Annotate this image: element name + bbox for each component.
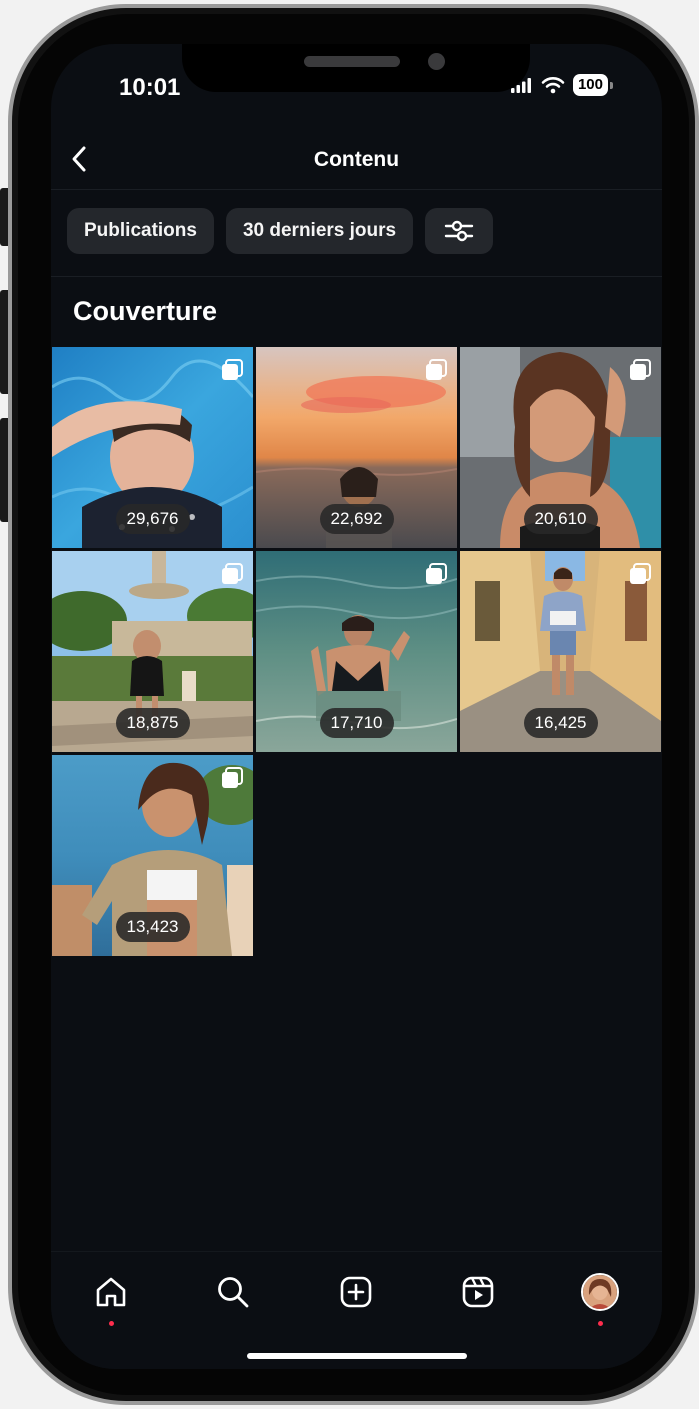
post-reach-count: 29,676 bbox=[115, 504, 190, 534]
tab-profile[interactable] bbox=[578, 1270, 622, 1314]
carousel-icon bbox=[630, 563, 651, 584]
filter-bar: Publications 30 derniers jours bbox=[67, 208, 494, 254]
speaker-grille bbox=[304, 56, 400, 67]
post-reach-count: 13,423 bbox=[115, 912, 190, 942]
status-time: 10:01 bbox=[119, 74, 181, 101]
avatar-image bbox=[583, 1275, 617, 1309]
post-tile[interactable]: 29,676 bbox=[52, 347, 253, 548]
post-tile[interactable]: 16,425 bbox=[460, 551, 661, 752]
filter-content-type[interactable]: Publications bbox=[67, 208, 214, 254]
reels-icon bbox=[462, 1276, 494, 1308]
carousel-icon bbox=[426, 359, 447, 380]
top-bar: Contenu bbox=[51, 134, 662, 190]
bottom-tab-bar bbox=[51, 1251, 662, 1369]
post-reach-count: 22,692 bbox=[319, 504, 394, 534]
post-tile[interactable]: 22,692 bbox=[256, 347, 457, 548]
carousel-icon bbox=[630, 359, 651, 380]
home-icon bbox=[96, 1277, 126, 1307]
filter-divider bbox=[51, 276, 662, 277]
post-reach-count: 17,710 bbox=[319, 708, 394, 738]
post-tile[interactable]: 13,423 bbox=[52, 755, 253, 956]
home-indicator[interactable] bbox=[247, 1353, 467, 1359]
section-title: Couverture bbox=[73, 296, 218, 326]
front-camera bbox=[428, 53, 445, 70]
page-title: Contenu bbox=[313, 148, 400, 171]
volume-up-button bbox=[0, 290, 8, 394]
mute-switch bbox=[0, 188, 8, 246]
post-reach-count: 18,875 bbox=[115, 708, 190, 738]
search-icon bbox=[218, 1277, 249, 1308]
post-reach-count: 16,425 bbox=[523, 708, 598, 738]
post-reach-count: 20,610 bbox=[523, 504, 598, 534]
carousel-icon bbox=[222, 359, 243, 380]
wifi-icon bbox=[541, 77, 565, 94]
carousel-icon bbox=[426, 563, 447, 584]
tab-reels[interactable] bbox=[456, 1270, 500, 1314]
post-tile[interactable]: 18,875 bbox=[52, 551, 253, 752]
profile-notification-dot bbox=[598, 1321, 603, 1326]
filter-settings-button[interactable] bbox=[425, 208, 494, 254]
camera-notch bbox=[182, 44, 530, 92]
volume-down-button bbox=[0, 418, 8, 522]
home-notification-dot bbox=[109, 1321, 114, 1326]
app-screen: 10:01 100 Contenu Publications 30 dernie… bbox=[51, 44, 662, 1369]
battery-indicator: 100 bbox=[572, 74, 614, 96]
post-tile[interactable]: 20,610 bbox=[460, 347, 661, 548]
profile-avatar bbox=[581, 1273, 619, 1311]
tab-create[interactable] bbox=[334, 1270, 378, 1314]
tab-home[interactable] bbox=[89, 1270, 133, 1314]
post-tile[interactable]: 17,710 bbox=[256, 551, 457, 752]
sliders-icon bbox=[444, 220, 474, 242]
carousel-icon bbox=[222, 767, 243, 788]
create-icon bbox=[340, 1276, 372, 1308]
status-icons: 100 bbox=[510, 74, 614, 96]
carousel-icon bbox=[222, 563, 243, 584]
tab-search[interactable] bbox=[211, 1270, 255, 1314]
filter-date-range[interactable]: 30 derniers jours bbox=[225, 208, 414, 254]
